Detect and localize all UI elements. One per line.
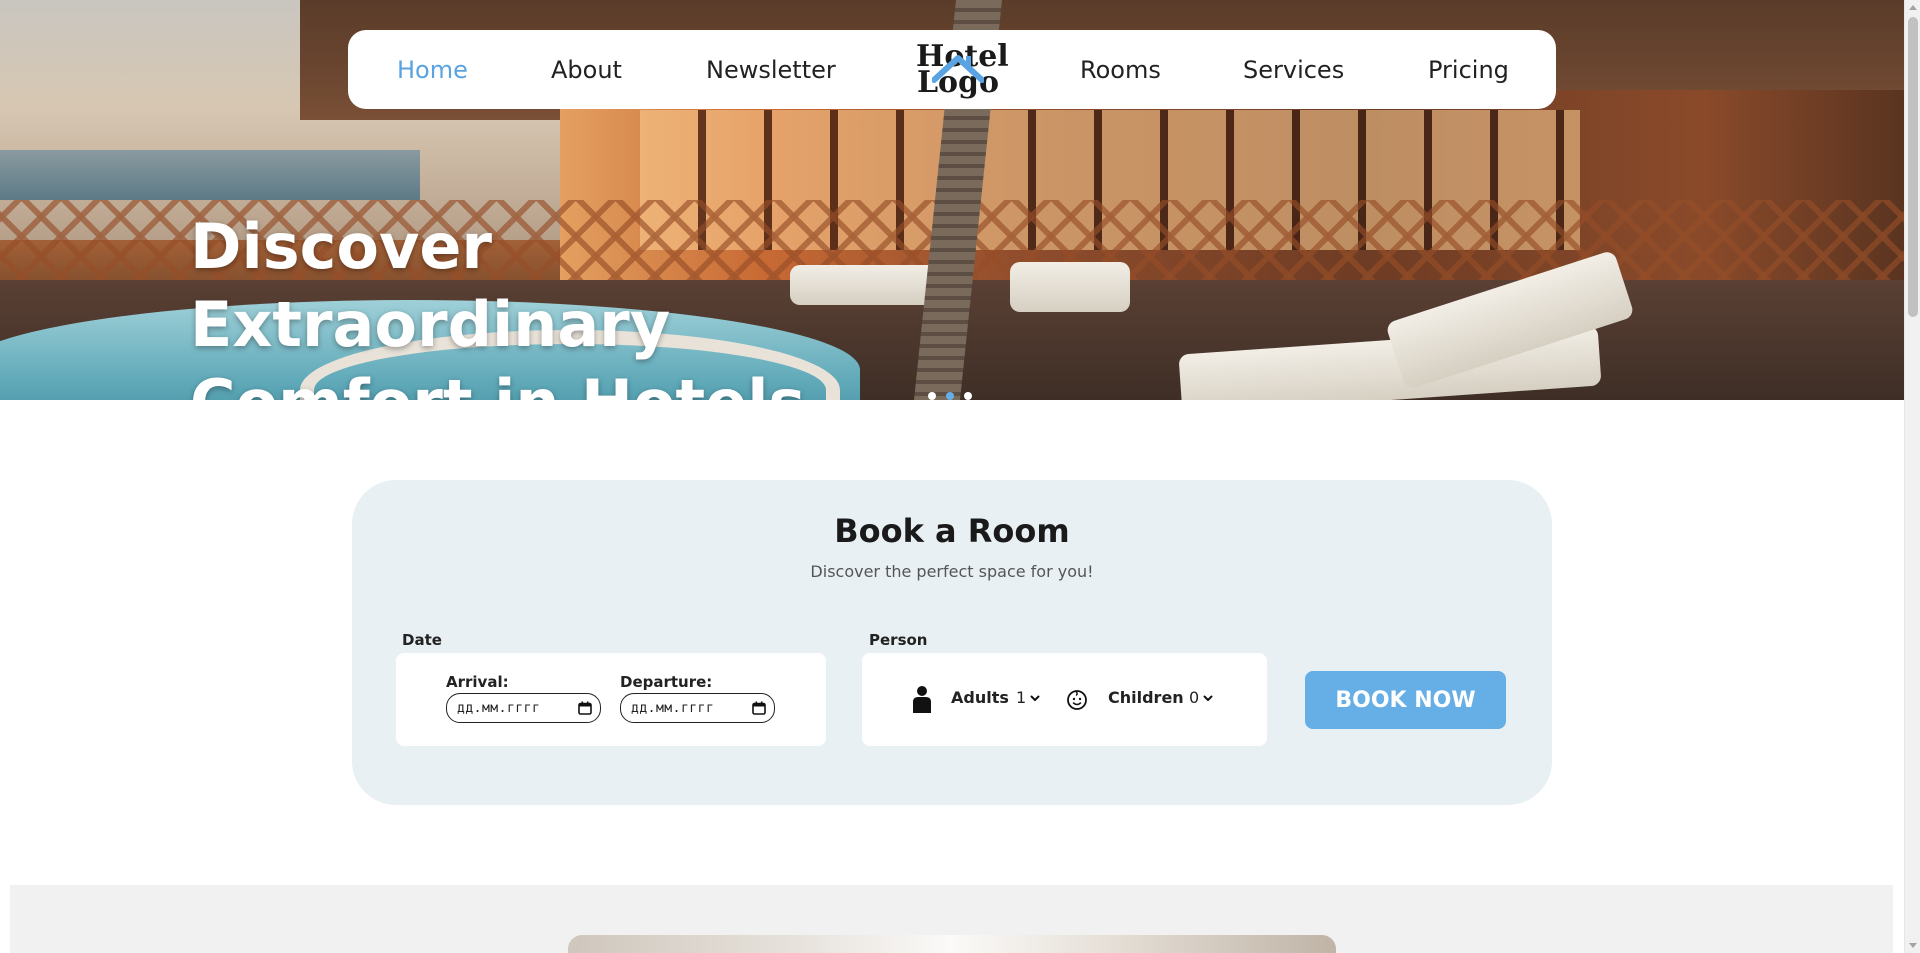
calendar-icon[interactable]	[578, 701, 592, 715]
hotel-logo[interactable]: Hotel Logo	[916, 40, 1009, 98]
arrival-label: Arrival:	[446, 673, 509, 691]
nav-link-rooms[interactable]: Rooms	[1080, 30, 1161, 109]
arrival-date-input[interactable]: дд.мм.гггг	[446, 693, 601, 723]
calendar-icon[interactable]	[752, 701, 766, 715]
children-select[interactable]: 0	[1189, 688, 1214, 707]
date-group-label: Date	[402, 631, 442, 649]
children-value: 0	[1189, 688, 1200, 707]
departure-date-input[interactable]: дд.мм.гггг	[620, 693, 775, 723]
hero-title: Discover Extraordinary Comfort in Hotels	[190, 208, 950, 400]
hero-image-sea	[0, 150, 420, 200]
nav-link-home[interactable]: Home	[397, 30, 468, 109]
departure-date-placeholder: дд.мм.гггг	[631, 700, 715, 716]
rooms-preview-section	[10, 885, 1893, 953]
date-card: Arrival: дд.мм.гггг Departure: дд.мм.ггг…	[396, 653, 826, 746]
chevron-down-icon	[1030, 695, 1040, 701]
book-now-button[interactable]: BOOK NOW	[1305, 671, 1506, 729]
hero-section: Discover Extraordinary Comfort in Hotels…	[0, 0, 1904, 400]
chevron-down-icon	[1203, 695, 1213, 701]
adults-label: Adults	[951, 688, 1009, 707]
children-label: Children	[1108, 688, 1184, 707]
arrival-date-placeholder: дд.мм.гггг	[457, 700, 541, 716]
adults-select[interactable]: 1	[1016, 688, 1041, 707]
booking-title: Book a Room	[834, 512, 1070, 550]
nav-link-newsletter[interactable]: Newsletter	[706, 30, 836, 109]
house-roof-icon	[932, 55, 984, 83]
page: Discover Extraordinary Comfort in Hotels…	[0, 0, 1904, 953]
scrollbar-thumb[interactable]	[1908, 17, 1918, 317]
room-preview-image	[568, 935, 1336, 953]
person-group-label: Person	[869, 631, 928, 649]
slider-dots	[928, 392, 972, 400]
hero-title-line-1: Discover Extraordinary	[190, 210, 671, 361]
scroll-up-arrow-icon[interactable]	[1909, 5, 1917, 10]
hero-image-lounger	[1010, 262, 1130, 312]
baby-face-icon	[1067, 690, 1087, 710]
adults-value: 1	[1016, 688, 1027, 707]
booking-section: Book a Room Discover the perfect space f…	[352, 480, 1552, 805]
slider-dot-3[interactable]	[964, 392, 972, 400]
person-icon	[913, 686, 931, 713]
hero-title-line-2: Comfort in Hotels	[190, 366, 805, 400]
nav-link-pricing[interactable]: Pricing	[1428, 30, 1509, 109]
slider-dot-1[interactable]	[928, 392, 936, 400]
main-navigation: Home About Newsletter Hotel Logo Rooms S…	[348, 30, 1556, 109]
departure-label: Departure:	[620, 673, 713, 691]
person-card: Adults 1 Children 0	[862, 653, 1267, 746]
page-scrollbar[interactable]	[1904, 0, 1920, 953]
nav-link-services[interactable]: Services	[1243, 30, 1344, 109]
nav-link-about[interactable]: About	[551, 30, 622, 109]
scroll-down-arrow-icon[interactable]	[1909, 943, 1917, 948]
slider-dot-2[interactable]	[946, 392, 954, 400]
booking-subtitle: Discover the perfect space for you!	[810, 562, 1094, 581]
